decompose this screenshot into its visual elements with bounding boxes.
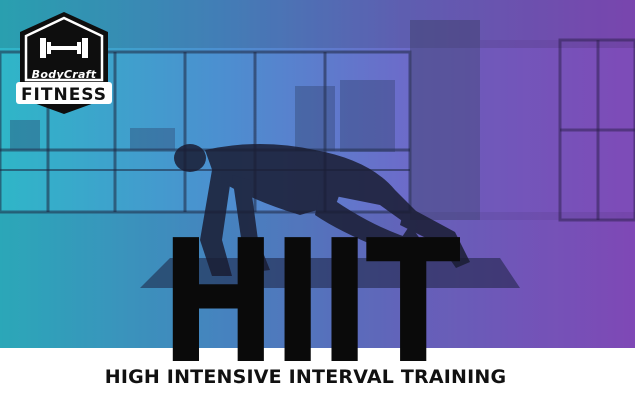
logo-brand-text: BodyCraft [31, 68, 97, 81]
headline: HIIT [160, 204, 461, 402]
logo-fitness-text: FITNESS [20, 85, 108, 105]
subtitle: HIGH INTENSIVE INTERVAL TRAINING [0, 366, 635, 388]
subtitle-text: HIGH INTENSIVE INTERVAL TRAINING [104, 366, 507, 388]
dumbbell-icon [40, 38, 88, 58]
bodycraft-fitness-logo: BodyCraft FITNESS [12, 10, 116, 116]
